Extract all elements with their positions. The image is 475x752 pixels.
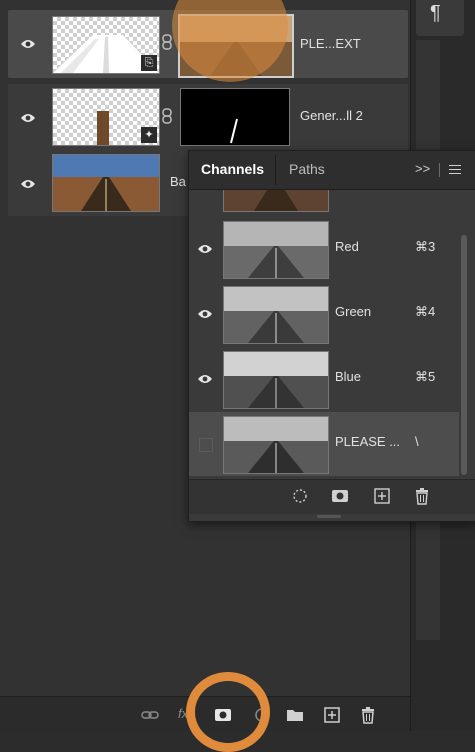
channel-shortcut: ⌘3: [415, 239, 436, 254]
channel-row-rgb-partial[interactable]: [189, 190, 459, 214]
eye-icon[interactable]: [197, 243, 213, 255]
channel-shortcut: \: [415, 434, 419, 449]
new-layer-icon[interactable]: [322, 705, 342, 725]
tab-channels[interactable]: Channels: [201, 161, 264, 177]
channel-thumbnail: [223, 416, 329, 474]
layer-thumbnail[interactable]: [52, 154, 160, 212]
channel-thumbnail: [223, 190, 329, 212]
channel-name: Green: [335, 304, 372, 319]
generative-fill-icon: ✦: [141, 127, 157, 143]
header-separator: [439, 163, 440, 177]
eye-icon[interactable]: [20, 38, 36, 50]
group-folder-icon[interactable]: [285, 705, 305, 725]
channel-row-green[interactable]: Green ⌘4: [189, 282, 459, 346]
eye-icon[interactable]: [20, 112, 36, 124]
layer-name[interactable]: PLE...EXT: [300, 36, 361, 51]
layer-name[interactable]: Ba: [170, 174, 186, 189]
panel-menu-icon[interactable]: [449, 165, 461, 174]
chain-link-icon[interactable]: [162, 108, 172, 124]
channels-panel-footer: [189, 479, 475, 514]
layer-name[interactable]: Gener...ll 2: [300, 108, 363, 123]
layer-mask-thumbnail[interactable]: [180, 88, 290, 146]
eye-icon[interactable]: [197, 373, 213, 385]
eye-icon[interactable]: [20, 178, 36, 190]
channel-row-alpha[interactable]: PLEASE ... \: [189, 412, 459, 476]
link-layers-icon[interactable]: [140, 705, 160, 725]
smart-object-icon: ⎘: [141, 55, 157, 71]
channel-name: Blue: [335, 369, 362, 384]
save-selection-mask-icon[interactable]: [331, 487, 349, 505]
layer-thumbnail[interactable]: ✦: [52, 88, 160, 146]
panel-resize-grip[interactable]: [317, 515, 341, 518]
channel-thumbnail: [223, 221, 329, 279]
channel-shortcut: ⌘4: [415, 304, 436, 319]
load-selection-icon[interactable]: [291, 487, 309, 505]
visibility-checkbox[interactable]: [199, 438, 213, 452]
new-channel-icon[interactable]: [373, 487, 391, 505]
tab-paths[interactable]: Paths: [289, 161, 325, 177]
delete-channel-icon[interactable]: [413, 487, 431, 505]
channels-panel-header: Channels Paths >>: [189, 151, 475, 190]
paragraph-icon: ¶: [430, 2, 441, 24]
channel-name: Red: [335, 239, 359, 254]
channel-thumbnail: [223, 286, 329, 344]
tab-divider: [275, 155, 276, 185]
channel-row-blue[interactable]: Blue ⌘5: [189, 347, 459, 411]
collapse-panel-icon[interactable]: >>: [415, 161, 430, 176]
eye-icon[interactable]: [197, 308, 213, 320]
channel-thumbnail: [223, 351, 329, 409]
paragraph-panel-button[interactable]: ¶: [416, 0, 464, 36]
fill-region: [97, 111, 109, 145]
channels-panel: Channels Paths >> Red ⌘3 Green ⌘4 Blue ⌘…: [188, 150, 475, 522]
channel-name: PLEASE ...: [335, 434, 401, 449]
channel-shortcut: ⌘5: [415, 369, 436, 384]
layer-thumbnail[interactable]: ⎘: [52, 16, 160, 74]
channel-row-red[interactable]: Red ⌘3: [189, 217, 459, 281]
delete-layer-icon[interactable]: [358, 705, 378, 725]
scrollbar-thumb[interactable]: [461, 235, 467, 475]
layer-row-generative-fill[interactable]: ✦ Gener...ll 2: [8, 84, 408, 152]
chain-link-icon[interactable]: [162, 34, 172, 50]
highlight-circle-add-mask: [186, 672, 270, 752]
